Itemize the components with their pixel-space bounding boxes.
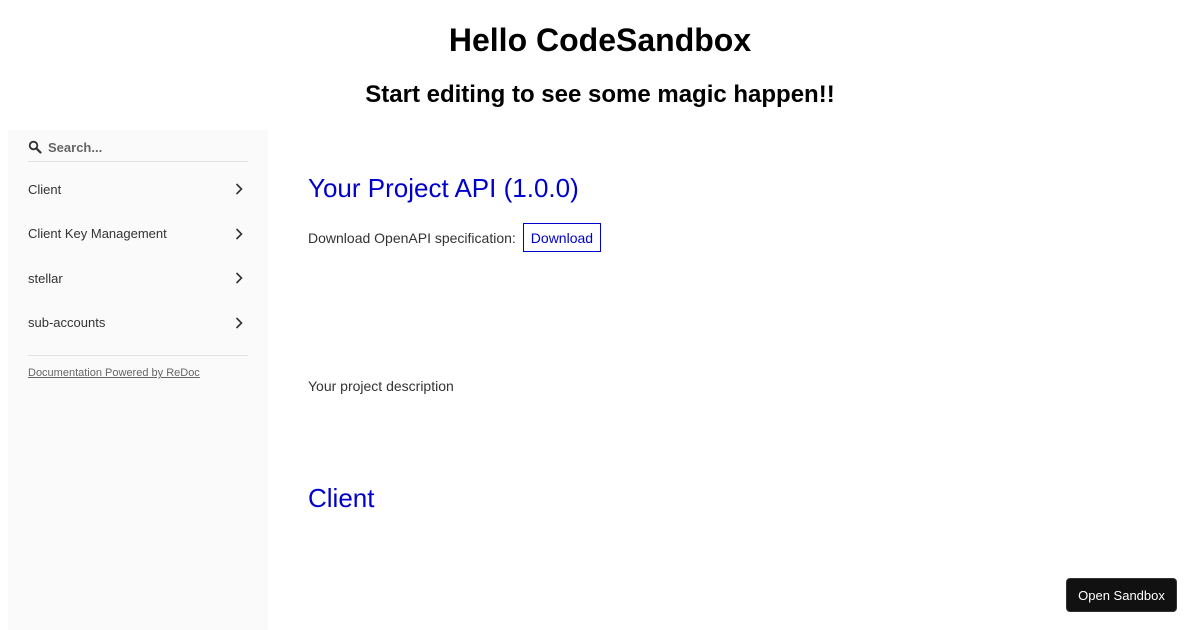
download-button[interactable]: Download [522, 223, 602, 252]
chevron-right-icon [235, 317, 243, 329]
redoc-powered-by-link[interactable]: Documentation Powered by ReDoc [28, 367, 200, 379]
project-description: Your project description [308, 378, 454, 394]
sidebar-item-label: Client Key Management [28, 226, 167, 242]
download-row: Download OpenAPI specification: Download [308, 223, 602, 252]
page-title: Hello CodeSandbox [448, 22, 752, 58]
sidebar-item-client-key-management[interactable]: Client Key Management [8, 212, 268, 257]
redoc-layout: Client Client Key Management stellar sub… [8, 130, 1200, 630]
sidebar-item-label: sub-accounts [28, 315, 106, 331]
api-title: Your Project API (1.0.0) [308, 173, 579, 203]
sidebar-item-label: stellar [28, 270, 63, 286]
download-label: Download OpenAPI specification: [308, 229, 516, 246]
search-icon [28, 140, 42, 154]
search-box [28, 137, 248, 162]
chevron-right-icon [235, 183, 243, 195]
section-title-client: Client [308, 483, 375, 513]
sidebar-item-stellar[interactable]: stellar [8, 256, 268, 301]
sidebar: Client Client Key Management stellar sub… [8, 130, 268, 630]
sidebar-item-sub-accounts[interactable]: sub-accounts [8, 301, 268, 346]
page-subtitle: Start editing to see some magic happen!! [365, 81, 835, 108]
chevron-right-icon [235, 228, 243, 240]
sidebar-menu: Client Client Key Management stellar sub… [8, 167, 268, 345]
search-input[interactable] [48, 137, 244, 157]
sidebar-item-client[interactable]: Client [8, 167, 268, 212]
open-sandbox-button[interactable]: Open Sandbox [1066, 578, 1177, 612]
page-header: Hello CodeSandbox Start editing to see s… [0, 0, 1200, 109]
sidebar-item-label: Client [28, 181, 62, 197]
sidebar-divider [28, 355, 248, 356]
chevron-right-icon [235, 272, 243, 284]
